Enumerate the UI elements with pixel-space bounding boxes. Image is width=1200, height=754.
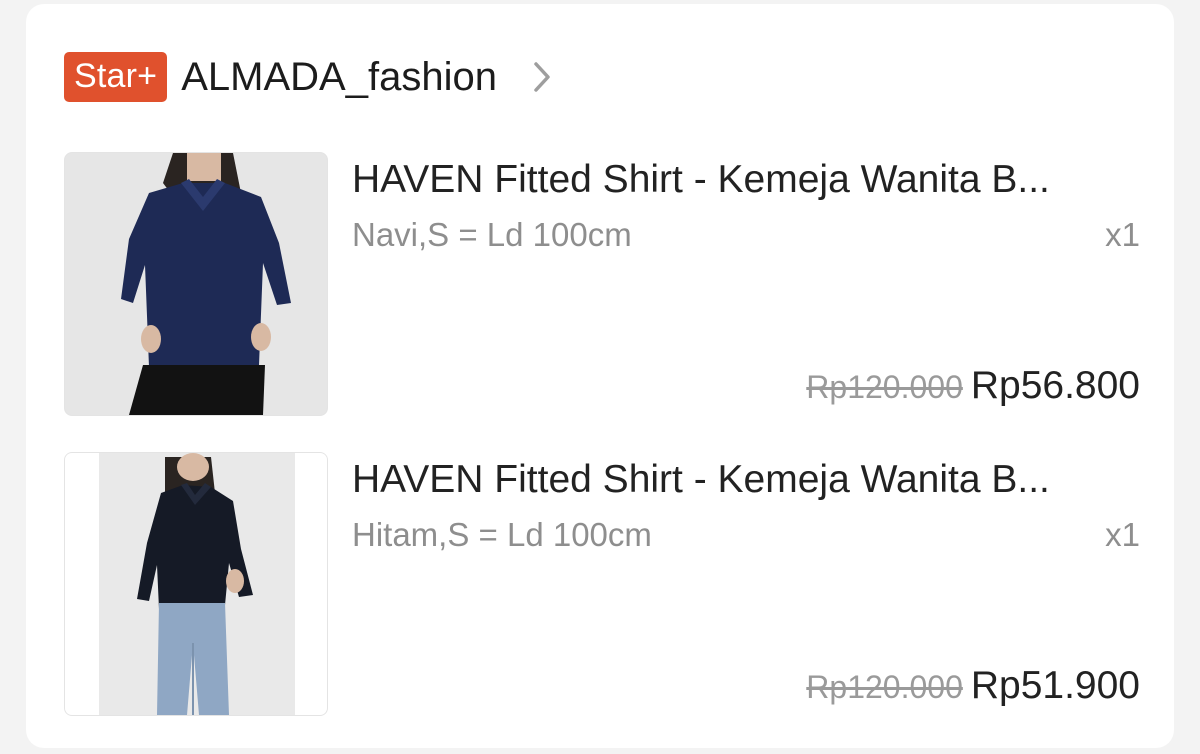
product-quantity: x1 <box>1105 216 1140 253</box>
final-price: Rp51.900 <box>970 664 1140 707</box>
original-price: Rp120.000 <box>806 669 963 705</box>
original-price: Rp120.000 <box>806 369 963 405</box>
product-price-group: Rp120.000 Rp56.800 <box>806 364 1140 408</box>
product-title[interactable]: HAVEN Fitted Shirt - Kemeja Wanita B... <box>352 456 1144 504</box>
product-quantity: x1 <box>1105 516 1140 553</box>
product-variant: Hitam,S = Ld 100cm <box>352 516 652 553</box>
shop-header[interactable]: Star+ ALMADA_fashion <box>64 50 553 104</box>
final-price: Rp56.800 <box>970 364 1140 407</box>
product-photo-black-shirt <box>65 453 327 715</box>
product-price-group: Rp120.000 Rp51.900 <box>806 664 1140 708</box>
product-image[interactable] <box>64 152 328 416</box>
product-image[interactable] <box>64 452 328 716</box>
order-shop-card: Star+ ALMADA_fashion HAVEN Fitted Shirt … <box>26 4 1174 748</box>
product-variant: Navi,S = Ld 100cm <box>352 216 632 253</box>
chevron-right-icon[interactable] <box>531 59 553 95</box>
product-title[interactable]: HAVEN Fitted Shirt - Kemeja Wanita B... <box>352 156 1144 204</box>
product-photo-navy-shirt <box>65 153 327 415</box>
product-item[interactable]: HAVEN Fitted Shirt - Kemeja Wanita B... … <box>64 152 1144 416</box>
shop-name[interactable]: ALMADA_fashion <box>181 55 497 100</box>
star-plus-badge: Star+ <box>64 52 168 102</box>
product-item[interactable]: HAVEN Fitted Shirt - Kemeja Wanita B... … <box>64 452 1144 716</box>
